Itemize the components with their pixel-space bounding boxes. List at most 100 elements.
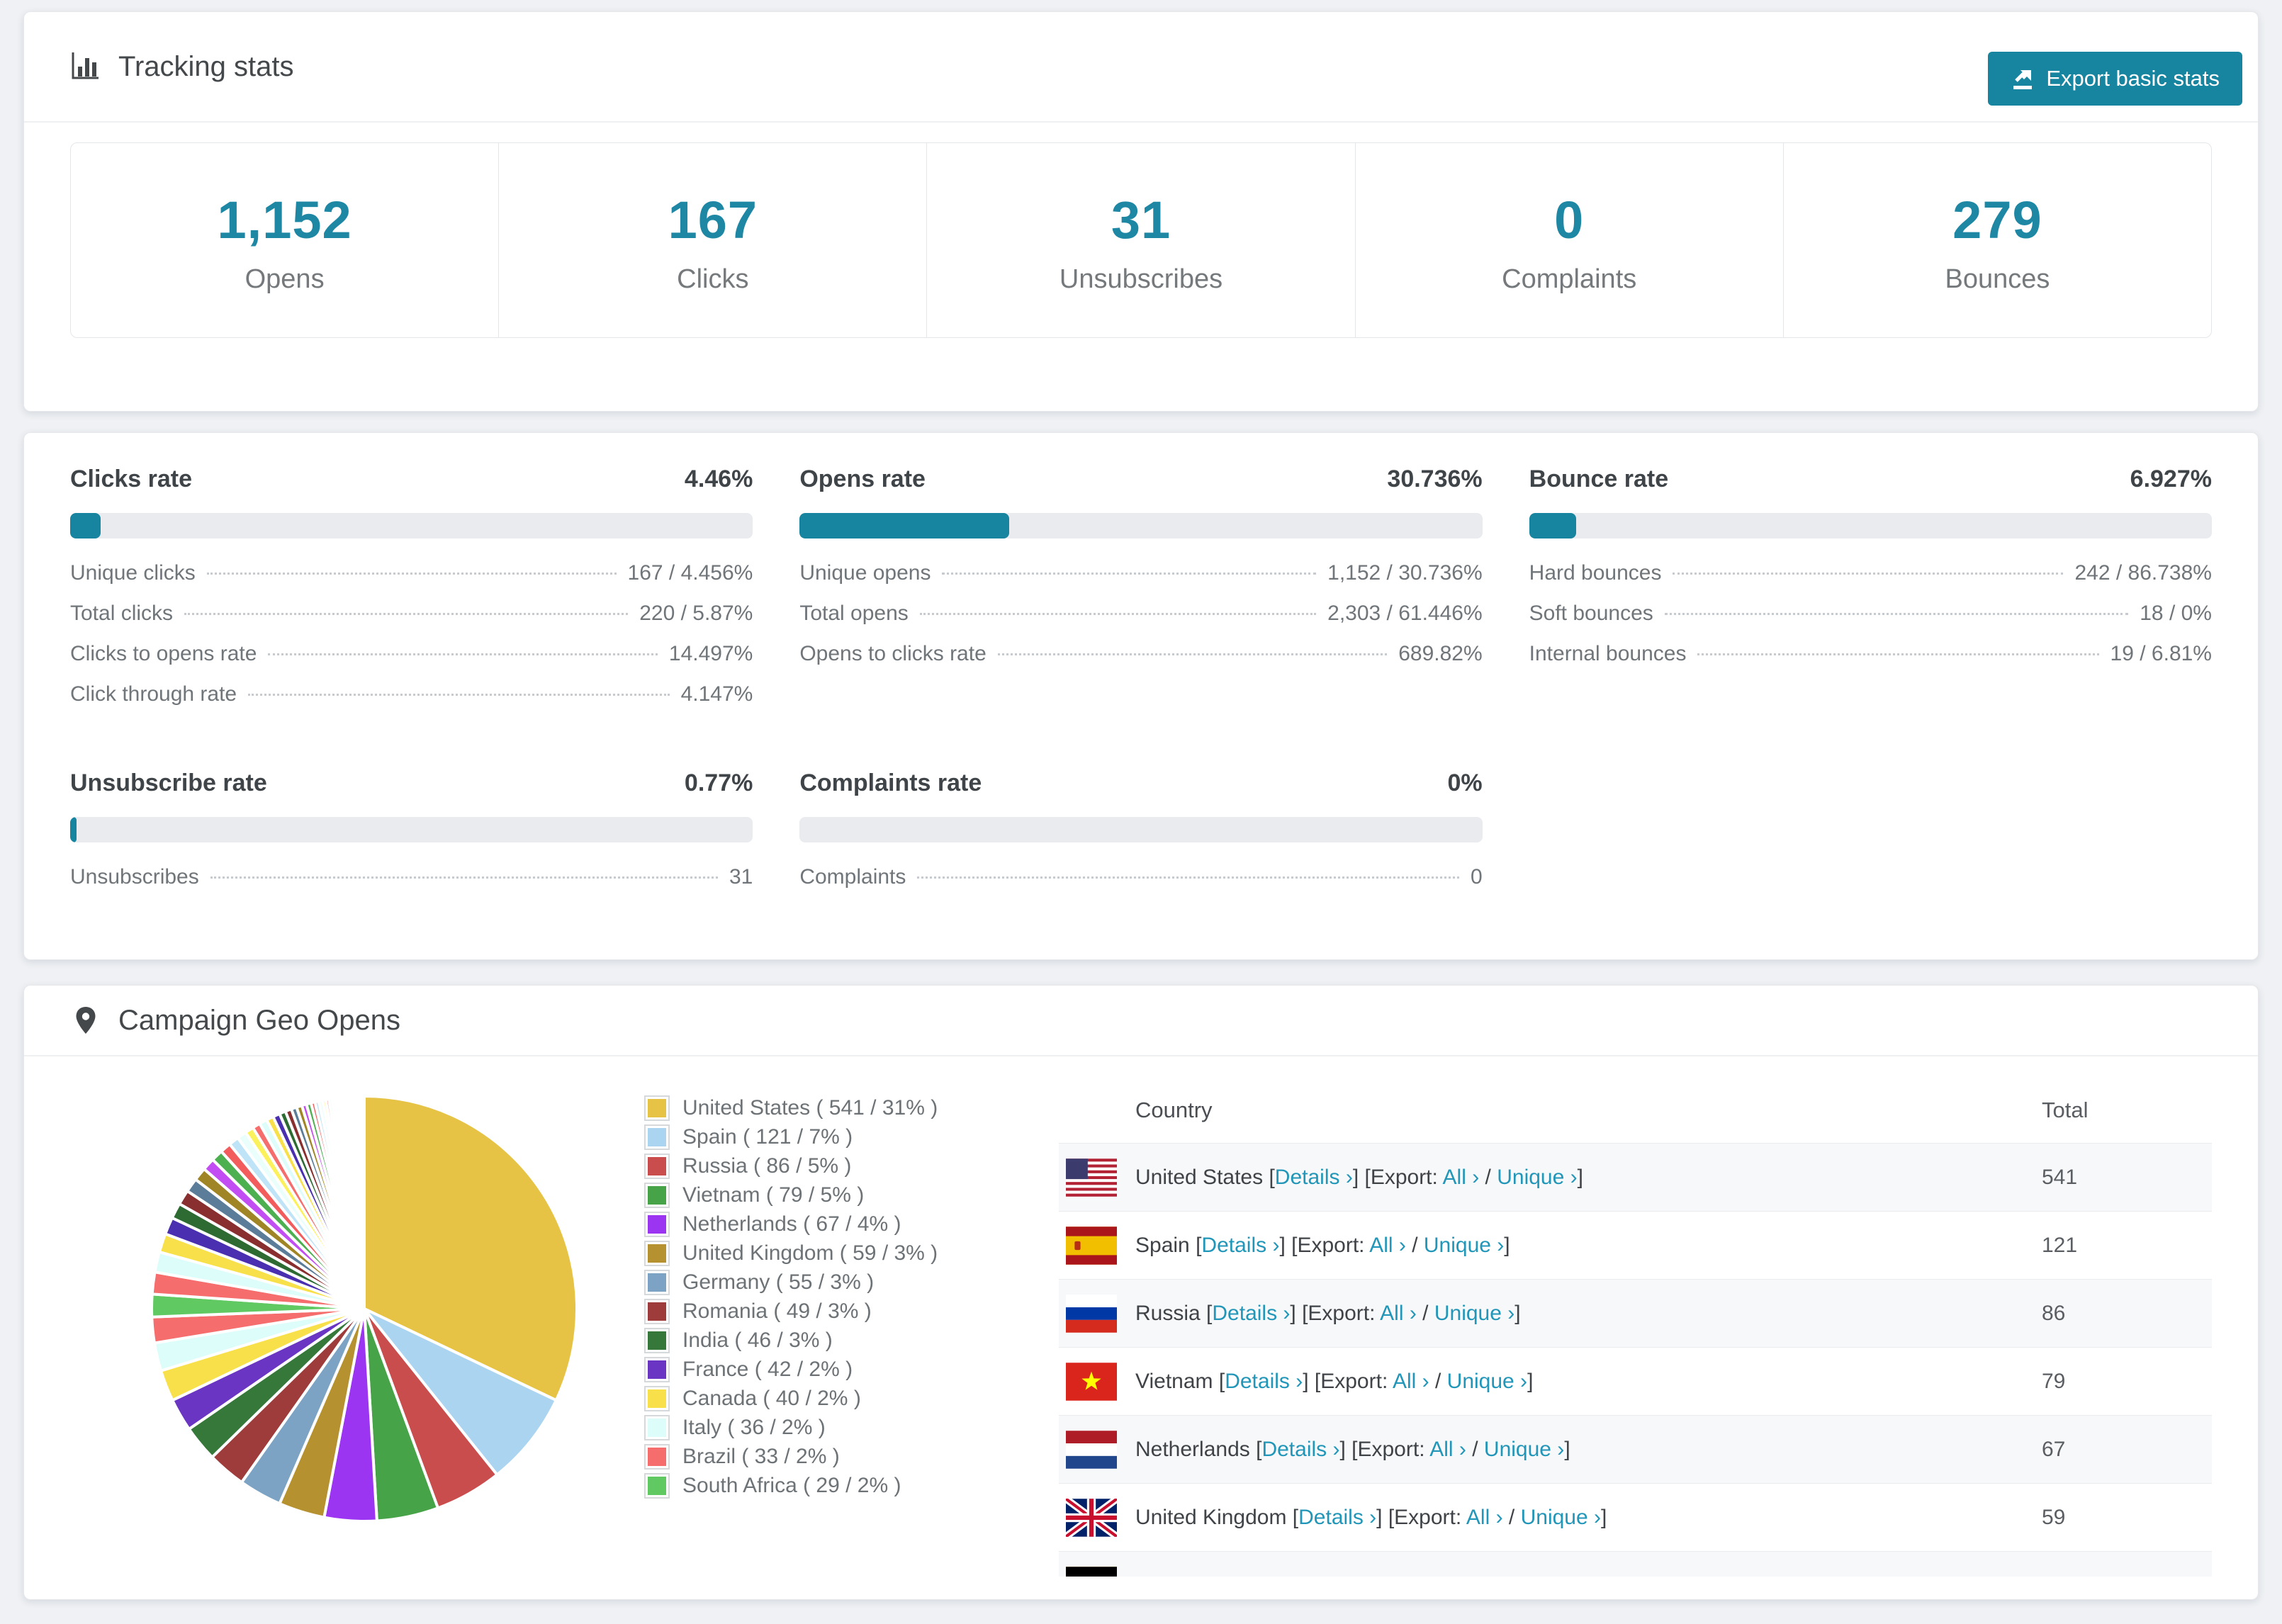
rate-detail-value: 18 / 0% [2140,602,2212,625]
summary-stat: 31 Unsubscribes [927,143,1356,337]
details-link[interactable]: Details › [1225,1370,1303,1393]
export-unique-link[interactable]: Unique › [1434,1302,1514,1325]
geo-table-row[interactable]: United Kingdom [Details ›] [Export: All … [1059,1483,2212,1551]
total-cell: 121 [2042,1233,2078,1257]
export-unique-link[interactable]: Unique › [1484,1438,1564,1461]
rate-detail-label: Soft bounces [1529,602,1653,625]
country-cell: Vietnam [Details ›] [Export: All › / Uni… [1135,1369,1534,1393]
summary-stat-value: 31 [1111,191,1171,249]
export-all-link[interactable]: All › [1403,1574,1439,1577]
dashboard-page: Tracking stats Export basic stats 1,152 … [0,0,2282,1624]
export-all-link[interactable]: All › [1466,1506,1503,1529]
legend-swatch [644,1269,670,1295]
legend-swatch [644,1095,670,1121]
export-unique-link[interactable]: Unique › [1497,1166,1577,1189]
rate-detail-label: Hard bounces [1529,561,1662,585]
legend-label: France ( 42 / 2% ) [682,1357,853,1381]
country-name: Russia [1135,1301,1207,1325]
legend-item: United States ( 541 / 31% ) [644,1093,1059,1122]
country-flag [1059,1158,1134,1197]
geo-table-row[interactable]: Spain [Details ›] [Export: All › / Uniqu… [1059,1211,2212,1279]
flag-united-kingdom [1066,1498,1117,1537]
export-all-link[interactable]: All › [1380,1302,1417,1325]
export-all-link[interactable]: All › [1369,1234,1406,1257]
flag-vietnam [1066,1362,1117,1401]
rate-value: 30.736% [1387,466,1483,492]
legend-label: India ( 46 / 3% ) [682,1328,833,1352]
legend-swatch [644,1182,670,1208]
rate-detail-label: Total opens [799,602,909,625]
dotted-leader [942,573,1317,575]
geo-table-row[interactable]: Germany [Details ›] [Export: All › / Uni… [1059,1551,2212,1577]
rate-detail-row: Click through rate 4.147% [70,682,753,723]
country-name: Spain [1135,1233,1196,1257]
summary-stat-value: 1,152 [217,191,352,249]
geo-table-row[interactable]: Vietnam [Details ›] [Export: All › / Uni… [1059,1347,2212,1415]
summary-stat: 167 Clicks [499,143,928,337]
bar-chart-icon [72,52,99,79]
rate-detail-row: Internal bounces 19 / 6.81% [1529,642,2212,682]
legend-label: Netherlands ( 67 / 4% ) [682,1212,901,1236]
export-unique-link[interactable]: Unique › [1521,1506,1601,1529]
rate-detail-row: Unique opens 1,152 / 30.736% [799,561,1482,602]
export-unique-link[interactable]: Unique › [1457,1574,1537,1577]
rate-detail-value: 167 / 4.456% [627,561,753,585]
tracking-stats-title: Tracking stats [118,50,294,82]
details-link[interactable]: Details › [1235,1574,1313,1577]
country-flag [1059,1430,1134,1469]
legend-label: Spain ( 121 / 7% ) [682,1124,853,1149]
flag-russia [1066,1294,1117,1333]
pie-legend: United States ( 541 / 31% ) Spain ( 121 … [644,1056,1059,1577]
rate-detail-row: Total clicks 220 / 5.87% [70,602,753,642]
country-cell: Spain [Details ›] [Export: All › / Uniqu… [1135,1233,1510,1257]
geo-table-row[interactable]: Russia [Details ›] [Export: All › / Uniq… [1059,1279,2212,1347]
rate-detail-label: Complaints [799,865,906,889]
details-link[interactable]: Details › [1298,1506,1376,1529]
column-country: Country [1135,1098,1213,1122]
rate-detail-row: Clicks to opens rate 14.497% [70,642,753,682]
geo-table-row[interactable]: Netherlands [Details ›] [Export: All › /… [1059,1415,2212,1483]
pie-chart-svg [150,1094,578,1523]
details-link[interactable]: Details › [1261,1438,1339,1461]
total-cell: 79 [2042,1369,2066,1393]
flag-germany [1066,1566,1117,1577]
rate-detail-value: 0 [1470,865,1483,889]
summary-stat: 279 Bounces [1784,143,2211,337]
progress-bar [1529,513,2212,538]
rate-detail-value: 2,303 / 61.446% [1327,602,1483,625]
export-unique-link[interactable]: Unique › [1447,1370,1527,1393]
geo-table-row[interactable]: United States [Details ›] [Export: All ›… [1059,1143,2212,1211]
progress-bar-fill [70,513,101,538]
legend-swatch [644,1327,670,1353]
export-basic-stats-button[interactable]: Export basic stats [1988,52,2242,106]
rate-detail-value: 1,152 / 30.736% [1327,561,1483,585]
campaign-geo-opens-title: Campaign Geo Opens [118,1004,401,1036]
export-unique-link[interactable]: Unique › [1424,1234,1504,1257]
legend-label: Vietnam ( 79 / 5% ) [682,1183,865,1207]
rate-title: Bounce rate [1529,466,1669,492]
export-all-link[interactable]: All › [1443,1166,1480,1189]
progress-bar [799,817,1483,842]
details-link[interactable]: Details › [1275,1166,1353,1189]
column-total: Total [2042,1098,2089,1122]
rate-detail-label: Unique opens [799,561,931,585]
legend-label: Romania ( 49 / 3% ) [682,1299,872,1323]
tracking-stats-header: Tracking stats Export basic stats [24,12,2258,123]
legend-swatch [644,1124,670,1150]
rate-block: Clicks rate 4.46% Unique clicks 167 / 4.… [70,466,753,723]
total-cell: 541 [2042,1165,2078,1189]
progress-bar [70,513,753,538]
export-all-link[interactable]: All › [1429,1438,1466,1461]
rate-detail-value: 689.82% [1398,642,1483,665]
total-cell: 67 [2042,1437,2066,1461]
rate-detail-value: 14.497% [668,642,753,665]
rates-card: Clicks rate 4.46% Unique clicks 167 / 4.… [23,432,2259,960]
legend-label: United Kingdom ( 59 / 3% ) [682,1241,938,1265]
details-link[interactable]: Details › [1212,1302,1290,1325]
dotted-leader [268,653,658,655]
rate-detail-label: Unsubscribes [70,865,199,889]
campaign-geo-opens-card: Campaign Geo Opens United States ( 541 /… [23,985,2259,1600]
export-all-link[interactable]: All › [1393,1370,1429,1393]
rate-detail-label: Opens to clicks rate [799,642,987,665]
details-link[interactable]: Details › [1201,1234,1279,1257]
